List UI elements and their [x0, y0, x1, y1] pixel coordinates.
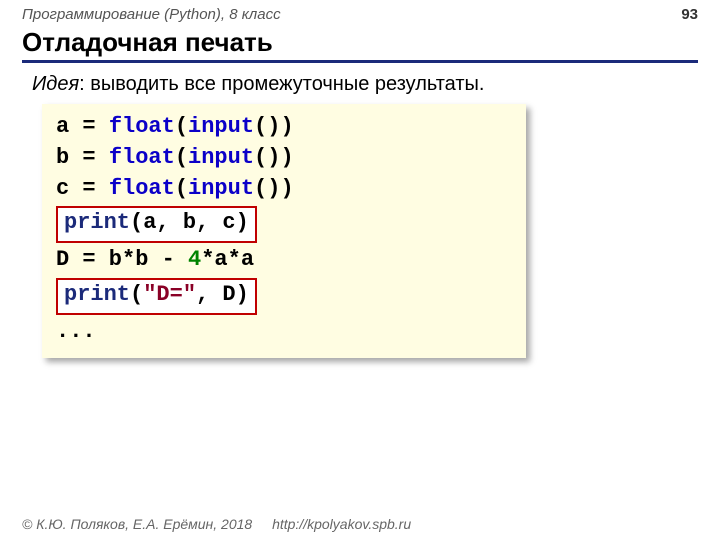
code-line-highlight: print(a, b, c): [56, 204, 512, 245]
code-block: a = float(input()) b = float(input()) c …: [42, 104, 526, 358]
copyright: © К.Ю. Поляков, Е.А. Ерёмин, 2018: [22, 516, 252, 532]
slide-footer: © К.Ю. Поляков, Е.А. Ерёмин, 2018 http:/…: [0, 510, 720, 540]
code-line-highlight: print("D=", D): [56, 276, 512, 317]
code-line: ...: [56, 317, 512, 348]
code-line: c = float(input()): [56, 174, 512, 205]
idea-label: Идея: [32, 73, 79, 95]
code-line: a = float(input()): [56, 112, 512, 143]
page-number: 93: [681, 6, 698, 23]
course-label: Программирование (Python), 8 класс: [22, 6, 281, 23]
code-line: b = float(input()): [56, 143, 512, 174]
slide: Программирование (Python), 8 класс 93 От…: [0, 0, 720, 540]
slide-title: Отладочная печать: [22, 27, 698, 63]
footer-url: http://kpolyakov.spb.ru: [272, 516, 411, 532]
idea-text: : выводить все промежуточные результаты.: [79, 73, 484, 95]
slide-header: Программирование (Python), 8 класс 93: [0, 0, 720, 23]
code-line: D = b*b - 4*a*a: [56, 245, 512, 276]
idea-line: Идея: выводить все промежуточные результ…: [32, 73, 698, 96]
